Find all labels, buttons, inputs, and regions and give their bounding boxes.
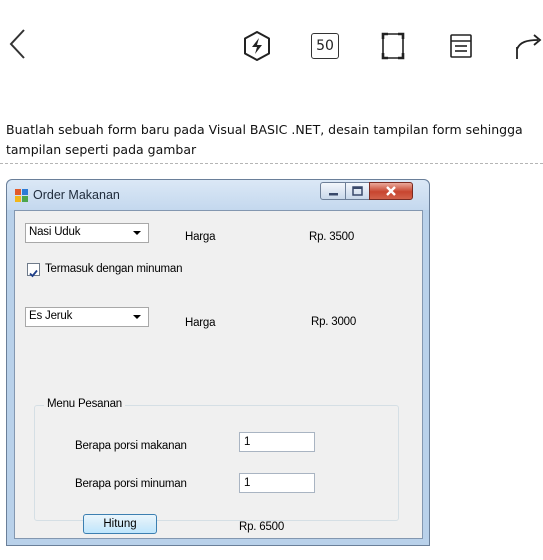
fullscreen-icon[interactable] xyxy=(381,32,405,60)
form-client-area: Nasi Uduk Harga Rp. 3500 Termasuk dengan… xyxy=(14,210,423,539)
instruction-line-1: Buatlah sebuah form baru pada Visual BAS… xyxy=(6,122,523,137)
window-title: Order Makanan xyxy=(33,188,120,202)
include-drink-checkbox[interactable] xyxy=(27,263,40,278)
window-titlebar[interactable]: Order Makanan xyxy=(7,180,429,210)
food-portion-label: Berapa porsi makanan xyxy=(75,440,187,452)
reader-toolbar: 50 xyxy=(0,0,543,90)
drink-harga-label: Harga xyxy=(185,317,216,329)
food-portion-input[interactable]: 1 xyxy=(239,432,315,452)
zoom-level-button[interactable]: 50 xyxy=(311,33,339,59)
drink-portion-label: Berapa porsi minuman xyxy=(75,478,187,490)
hitung-button[interactable]: Hitung xyxy=(83,514,157,534)
drink-price-label: Rp. 3000 xyxy=(311,316,357,328)
total-label: Rp. 6500 xyxy=(239,521,285,533)
instruction-line-2: tampilan seperti pada gambar xyxy=(6,142,197,157)
bolt-icon[interactable] xyxy=(242,30,272,62)
close-icon xyxy=(386,186,396,196)
back-chevron-icon[interactable] xyxy=(6,26,30,62)
drink-combobox-value: Es Jeruk xyxy=(29,310,73,322)
dashed-divider xyxy=(0,163,543,164)
maximize-button[interactable] xyxy=(345,182,370,200)
instruction-text: Buatlah sebuah form baru pada Visual BAS… xyxy=(6,120,543,160)
drink-portion-value: 1 xyxy=(244,477,251,489)
drink-combobox[interactable]: Es Jeruk xyxy=(25,307,149,327)
form-app-icon xyxy=(15,189,28,202)
minimize-button[interactable] xyxy=(320,182,346,200)
include-drink-label[interactable]: Termasuk dengan minuman xyxy=(45,263,183,275)
food-price-label: Rp. 3500 xyxy=(309,231,355,243)
order-makanan-window: Order Makanan Nasi Uduk Harga Rp. 3500 T… xyxy=(6,179,430,546)
close-button[interactable] xyxy=(369,182,413,200)
drink-portion-input[interactable]: 1 xyxy=(239,473,315,493)
page-view-icon[interactable] xyxy=(449,33,473,59)
maximize-icon xyxy=(352,186,363,196)
share-icon[interactable] xyxy=(514,33,543,61)
food-combobox-value: Nasi Uduk xyxy=(29,226,81,238)
food-combobox[interactable]: Nasi Uduk xyxy=(25,223,149,243)
food-portion-value: 1 xyxy=(244,436,251,448)
food-harga-label: Harga xyxy=(185,231,216,243)
chevron-down-icon[interactable] xyxy=(133,315,141,319)
menu-pesanan-group: Menu Pesanan xyxy=(34,398,399,521)
minimize-icon xyxy=(329,193,338,196)
checkmark-icon xyxy=(29,269,38,278)
group-title: Menu Pesanan xyxy=(44,398,125,410)
chevron-down-icon[interactable] xyxy=(133,231,141,235)
